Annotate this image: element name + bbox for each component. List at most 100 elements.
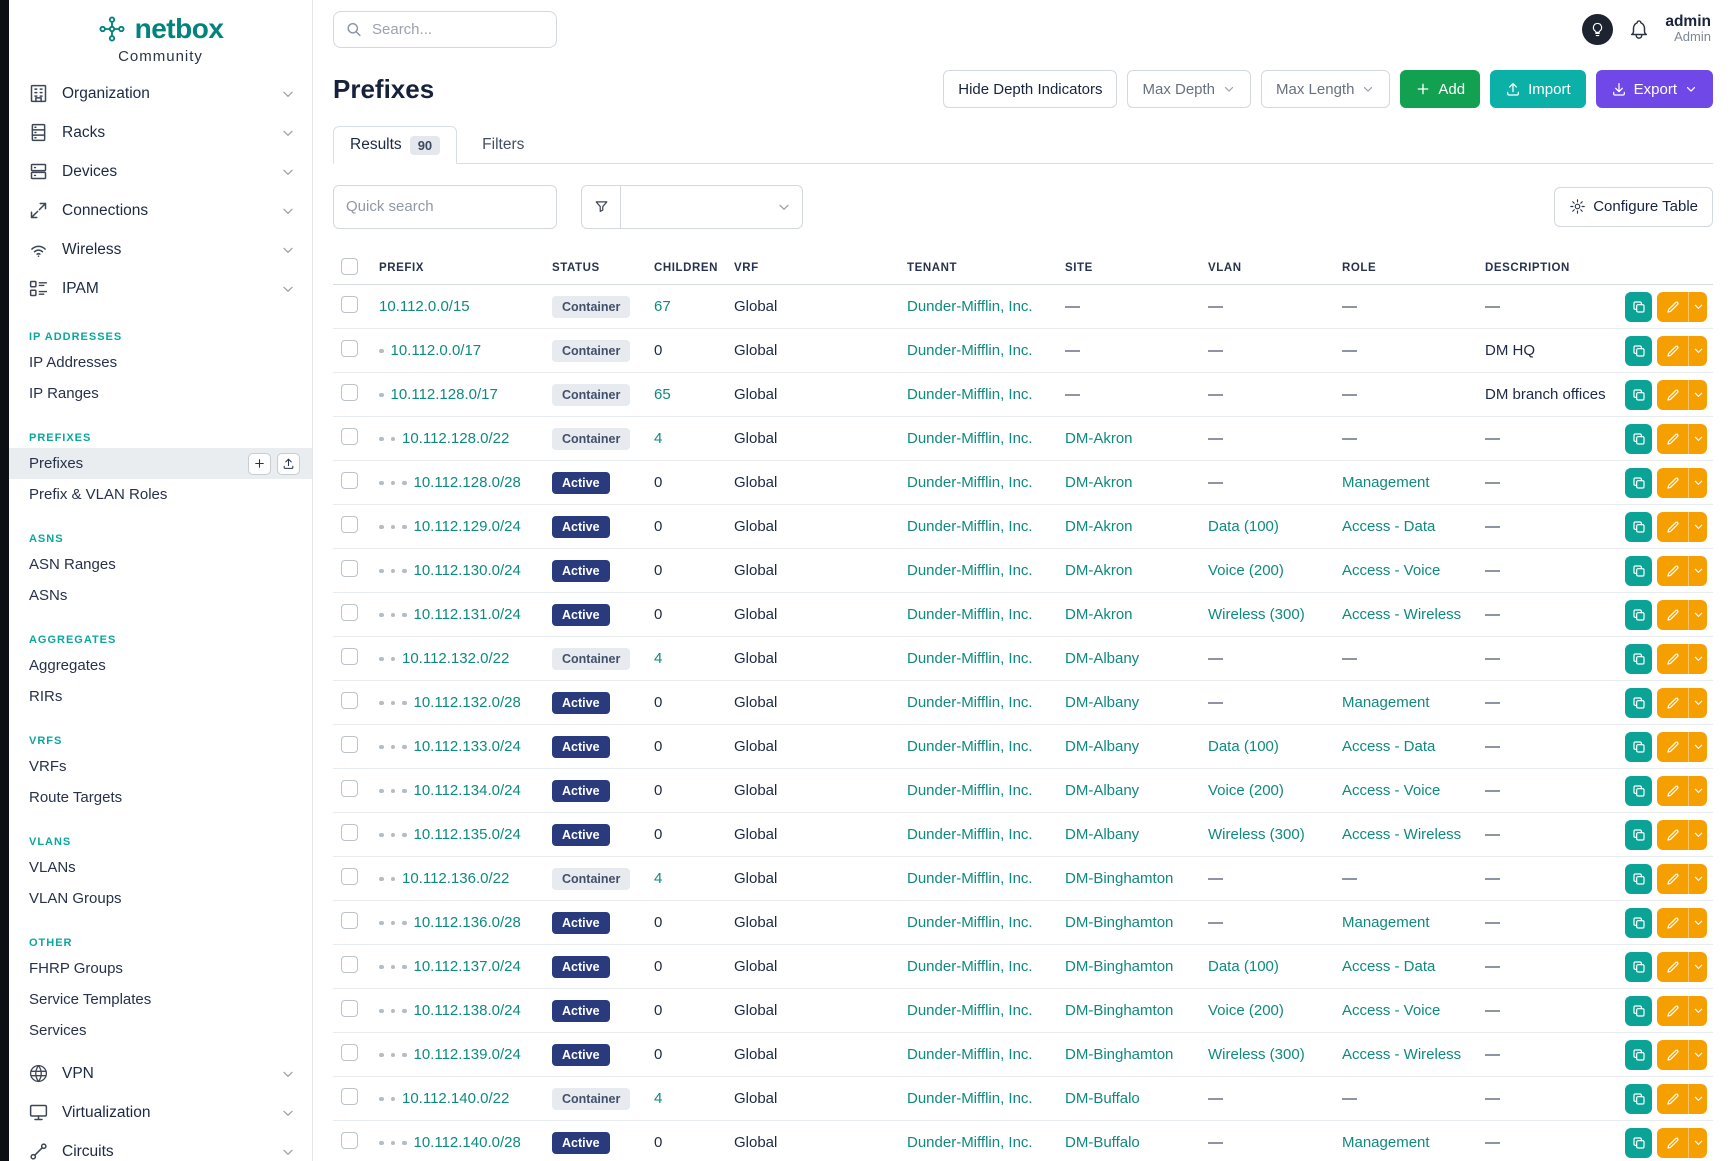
sidebar-item-organization[interactable]: Organization (9, 74, 312, 113)
notifications-button[interactable] (1628, 18, 1650, 40)
site-link[interactable]: DM-Akron (1065, 518, 1133, 535)
role-link[interactable]: Management (1342, 914, 1430, 931)
site-link[interactable]: DM-Akron (1065, 562, 1133, 579)
tenant-link[interactable]: Dunder-Mifflin, Inc. (907, 386, 1033, 403)
role-link[interactable]: Access - Voice (1342, 562, 1440, 579)
copy-button[interactable] (1625, 864, 1652, 894)
sidebar-item-service-templates[interactable]: Service Templates (9, 984, 312, 1015)
vlan-link[interactable]: Data (100) (1208, 518, 1279, 535)
edit-button[interactable] (1657, 1084, 1688, 1114)
site-link[interactable]: DM-Binghamton (1065, 1046, 1173, 1063)
quick-search-input[interactable] (333, 185, 557, 229)
row-checkbox[interactable] (341, 736, 358, 753)
vlan-link[interactable]: Data (100) (1208, 738, 1279, 755)
vlan-link[interactable]: Voice (200) (1208, 782, 1284, 799)
header-cell-prefix[interactable]: PREFIX (379, 262, 552, 274)
site-link[interactable]: DM-Albany (1065, 650, 1139, 667)
tab-filters[interactable]: Filters (465, 126, 541, 164)
prefix-link[interactable]: 10.112.139.0/24 (414, 1046, 521, 1063)
edit-button[interactable] (1657, 336, 1688, 366)
row-checkbox[interactable] (341, 780, 358, 797)
copy-button[interactable] (1625, 908, 1652, 938)
edit-dropdown-button[interactable] (1688, 600, 1707, 630)
import-button[interactable]: Import (1490, 70, 1586, 108)
row-checkbox[interactable] (341, 516, 358, 533)
copy-button[interactable] (1625, 424, 1652, 454)
tenant-link[interactable]: Dunder-Mifflin, Inc. (907, 782, 1033, 799)
sidebar-item-services[interactable]: Services (9, 1015, 312, 1046)
site-link[interactable]: DM-Buffalo (1065, 1090, 1140, 1107)
tenant-link[interactable]: Dunder-Mifflin, Inc. (907, 1046, 1033, 1063)
row-checkbox[interactable] (341, 296, 358, 313)
copy-button[interactable] (1625, 556, 1652, 586)
site-link[interactable]: DM-Akron (1065, 606, 1133, 623)
prefix-link[interactable]: 10.112.140.0/22 (402, 1090, 509, 1107)
edit-button[interactable] (1657, 644, 1688, 674)
edit-button[interactable] (1657, 688, 1688, 718)
copy-button[interactable] (1625, 732, 1652, 762)
prefix-link[interactable]: 10.112.134.0/24 (414, 782, 521, 799)
sidebar-item-ipam[interactable]: IPAM (9, 269, 312, 308)
edit-dropdown-button[interactable] (1688, 468, 1707, 498)
theme-toggle-button[interactable] (1582, 14, 1613, 45)
children-count-link[interactable]: 67 (654, 298, 671, 315)
children-count-link[interactable]: 65 (654, 386, 671, 403)
role-link[interactable]: Access - Wireless (1342, 1046, 1461, 1063)
row-checkbox[interactable] (341, 824, 358, 841)
edit-button[interactable] (1657, 732, 1688, 762)
tenant-link[interactable]: Dunder-Mifflin, Inc. (907, 1134, 1033, 1151)
copy-button[interactable] (1625, 1084, 1652, 1114)
edit-dropdown-button[interactable] (1688, 776, 1707, 806)
prefix-link[interactable]: 10.112.131.0/24 (414, 606, 521, 623)
site-link[interactable]: DM-Buffalo (1065, 1134, 1140, 1151)
filter-button[interactable] (581, 185, 621, 229)
role-link[interactable]: Access - Voice (1342, 1002, 1440, 1019)
site-link[interactable]: DM-Binghamton (1065, 870, 1173, 887)
site-link[interactable]: DM-Binghamton (1065, 1002, 1173, 1019)
sidebar-item-racks[interactable]: Racks (9, 113, 312, 152)
export-dropdown-button[interactable]: Export (1596, 70, 1713, 108)
prefix-link[interactable]: 10.112.129.0/24 (414, 518, 521, 535)
sidebar-item-virtualization[interactable]: Virtualization (9, 1093, 312, 1132)
role-link[interactable]: Management (1342, 694, 1430, 711)
edit-dropdown-button[interactable] (1688, 688, 1707, 718)
edit-dropdown-button[interactable] (1688, 512, 1707, 542)
tenant-link[interactable]: Dunder-Mifflin, Inc. (907, 870, 1033, 887)
copy-button[interactable] (1625, 380, 1652, 410)
copy-button[interactable] (1625, 336, 1652, 366)
sidebar-item-devices[interactable]: Devices (9, 152, 312, 191)
hide-depth-indicators-button[interactable]: Hide Depth Indicators (943, 70, 1117, 108)
tenant-link[interactable]: Dunder-Mifflin, Inc. (907, 474, 1033, 491)
tenant-link[interactable]: Dunder-Mifflin, Inc. (907, 518, 1033, 535)
search-input[interactable] (333, 11, 557, 48)
edit-dropdown-button[interactable] (1688, 292, 1707, 322)
copy-button[interactable] (1625, 600, 1652, 630)
tenant-link[interactable]: Dunder-Mifflin, Inc. (907, 430, 1033, 447)
edit-button[interactable] (1657, 952, 1688, 982)
prefix-link[interactable]: 10.112.136.0/28 (414, 914, 521, 931)
site-link[interactable]: DM-Akron (1065, 474, 1133, 491)
sidebar-item-vlans[interactable]: VLANs (9, 852, 312, 883)
sidebar-item-fhrp-groups[interactable]: FHRP Groups (9, 953, 312, 984)
copy-button[interactable] (1625, 1040, 1652, 1070)
sidebar-item-rirs[interactable]: RIRs (9, 681, 312, 712)
prefix-link[interactable]: 10.112.136.0/22 (402, 870, 509, 887)
site-link[interactable]: DM-Binghamton (1065, 958, 1173, 975)
max-depth-dropdown[interactable]: Max Depth (1127, 70, 1251, 108)
children-count-link[interactable]: 4 (654, 870, 662, 887)
header-cell-vlan[interactable]: VLAN (1208, 262, 1342, 274)
role-link[interactable]: Access - Data (1342, 518, 1435, 535)
prefix-link[interactable]: 10.112.135.0/24 (414, 826, 521, 843)
sidebar-item-asn-ranges[interactable]: ASN Ranges (9, 549, 312, 580)
edit-button[interactable] (1657, 820, 1688, 850)
row-checkbox[interactable] (341, 472, 358, 489)
role-link[interactable]: Management (1342, 474, 1430, 491)
edit-button[interactable] (1657, 424, 1688, 454)
edit-dropdown-button[interactable] (1688, 908, 1707, 938)
edit-dropdown-button[interactable] (1688, 424, 1707, 454)
header-cell-description[interactable]: DESCRIPTION (1485, 262, 1625, 274)
edit-dropdown-button[interactable] (1688, 1040, 1707, 1070)
row-checkbox[interactable] (341, 1132, 358, 1149)
row-checkbox[interactable] (341, 648, 358, 665)
row-checkbox[interactable] (341, 1044, 358, 1061)
